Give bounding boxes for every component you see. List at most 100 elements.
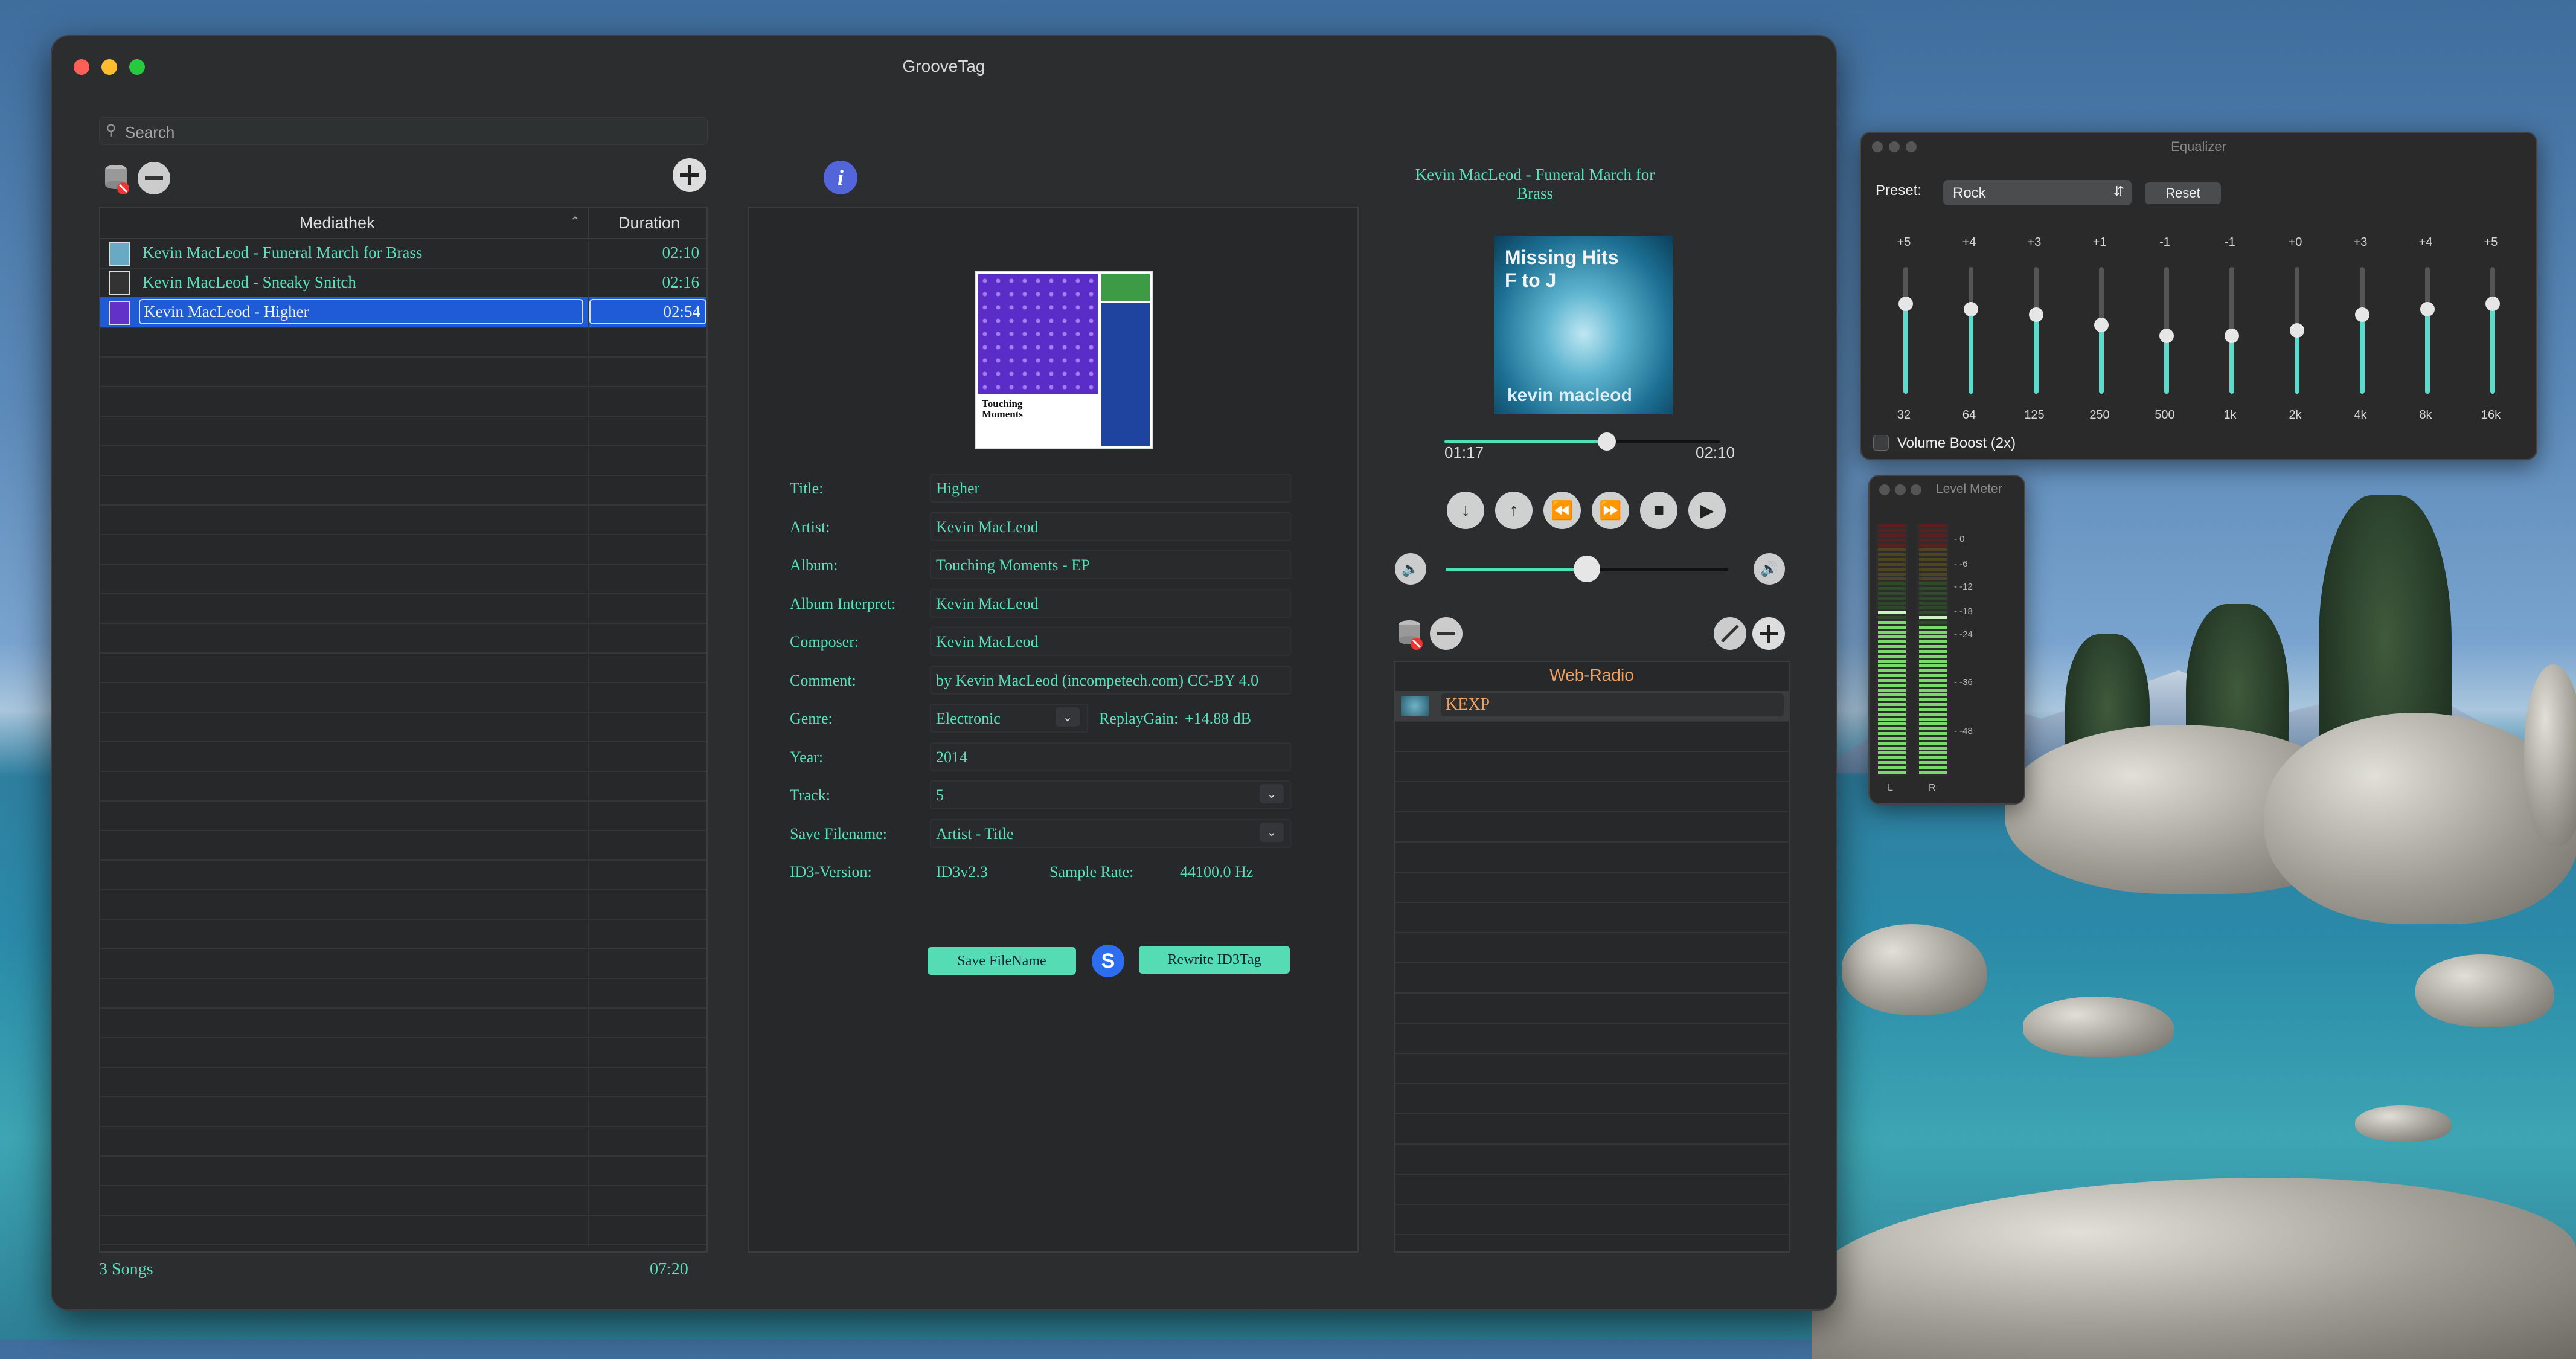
radio-row (1395, 963, 1789, 994)
eq-band-knob[interactable] (2420, 302, 2435, 316)
edit-station-button[interactable] (1714, 617, 1746, 650)
title-field[interactable] (930, 474, 1291, 503)
meter-segment (1919, 684, 1947, 687)
meter-segment (1878, 771, 1906, 774)
meter-segment (1878, 766, 1906, 769)
meter-segment (1919, 621, 1947, 624)
volume-slider[interactable] (1446, 556, 1728, 582)
meter-segment (1878, 650, 1906, 653)
volume-high-icon[interactable]: 🔊 (1754, 553, 1785, 585)
meter-segment (1919, 640, 1947, 643)
radio-row[interactable]: KEXP (1395, 691, 1789, 722)
eq-band-knob[interactable] (2094, 318, 2109, 333)
column-header-mediathek[interactable]: Mediathek (300, 214, 375, 233)
table-row (100, 1037, 706, 1068)
song-title: Kevin MacLeod - Higher (139, 299, 583, 324)
shazam-icon[interactable]: S (1092, 945, 1124, 977)
eq-band-knob[interactable] (2485, 297, 2500, 312)
eq-band-knob[interactable] (2159, 328, 2174, 343)
search-icon: ⚲ (106, 122, 117, 138)
eq-band-fill (2360, 314, 2365, 394)
fast-forward-button[interactable]: ⏩ (1592, 492, 1629, 529)
table-row (100, 859, 706, 890)
table-row (100, 889, 706, 920)
eq-band-knob[interactable] (2225, 328, 2239, 343)
library-table[interactable]: Mediathek ⌃ Duration Kevin MacLeod - Fun… (99, 207, 708, 1253)
lm-close-button[interactable] (1879, 484, 1890, 495)
lm-minimize-button[interactable] (1895, 484, 1906, 495)
database-remove-icon[interactable] (103, 162, 130, 196)
save-filename-button[interactable]: Save FileName (928, 947, 1076, 975)
progress-slider[interactable] (1444, 432, 1720, 451)
rewrite-id3tag-button[interactable]: Rewrite ID3Tag (1139, 946, 1290, 974)
upload-button[interactable]: ↑ (1495, 492, 1533, 529)
track-field[interactable] (930, 780, 1291, 809)
info-icon[interactable]: i (824, 161, 857, 194)
eq-band-knob[interactable] (1898, 297, 1913, 312)
preset-label: Preset: (1876, 182, 1922, 199)
rewind-button[interactable]: ⏪ (1543, 492, 1581, 529)
station-name: KEXP (1441, 693, 1784, 716)
artist-value: Kevin MacLeod (936, 518, 1039, 536)
meter-segment (1919, 732, 1947, 735)
meter-segment (1919, 664, 1947, 667)
table-row (100, 1215, 706, 1245)
meter-segment (1919, 597, 1947, 600)
volume-low-icon[interactable]: 🔈 (1395, 553, 1426, 585)
meter-segment (1919, 558, 1947, 561)
track-chevron-icon[interactable]: ⌄ (1260, 784, 1284, 803)
remove-song-button[interactable] (138, 162, 170, 194)
preset-select[interactable]: Rock ⇵ (1943, 180, 2132, 205)
meter-segment (1919, 553, 1947, 556)
genre-chevron-icon[interactable]: ⌄ (1056, 707, 1080, 727)
meter-segment (1919, 756, 1947, 759)
eq-band-fill (2295, 330, 2299, 394)
table-row (100, 948, 706, 979)
eq-band-fill (2164, 335, 2169, 394)
song-artwork-thumb (109, 271, 130, 295)
stop-button[interactable]: ■ (1640, 492, 1677, 529)
meter-segment (1919, 563, 1947, 566)
table-row[interactable]: Kevin MacLeod - Sneaky Snitch 02:16 (100, 268, 706, 298)
remove-station-button[interactable] (1430, 617, 1463, 650)
song-duration: 02:16 (662, 273, 699, 291)
eq-reset-button[interactable]: Reset (2145, 182, 2221, 204)
meter-segment (1919, 582, 1947, 585)
add-song-button[interactable] (673, 158, 706, 192)
album-label: Album: (790, 556, 838, 574)
table-row (100, 830, 706, 861)
column-header-duration[interactable]: Duration (618, 214, 680, 233)
table-row[interactable]: Kevin MacLeod - Higher 02:54 (100, 297, 706, 328)
replaygain-value: +14.88 dB (1185, 710, 1252, 727)
search-field[interactable]: ⚲ Search (99, 117, 708, 145)
eq-band-knob[interactable] (2355, 307, 2369, 322)
web-radio-table[interactable]: Web-Radio KEXP (1394, 661, 1790, 1253)
meter-label-right: R (1929, 783, 1936, 793)
radio-row (1395, 872, 1789, 903)
lm-zoom-button[interactable] (1911, 484, 1921, 495)
album-cover: Touching Moments (975, 271, 1153, 449)
year-field[interactable] (930, 742, 1291, 771)
eq-band-knob[interactable] (2029, 307, 2043, 322)
radio-row (1395, 1084, 1789, 1114)
download-button[interactable]: ↓ (1447, 492, 1484, 529)
eq-band-knob[interactable] (1964, 302, 1978, 316)
eq-band-knob[interactable] (2290, 323, 2304, 338)
meter-segment (1919, 761, 1947, 764)
table-row (100, 1126, 706, 1157)
composer-label: Composer: (790, 633, 859, 651)
play-button[interactable]: ▶ (1688, 492, 1726, 529)
radio-database-remove-icon[interactable] (1396, 617, 1424, 651)
table-row[interactable]: Kevin MacLeod - Funeral March for Brass 0… (100, 238, 706, 269)
meter-segment (1878, 713, 1906, 716)
meter-segment (1919, 611, 1947, 614)
artwork-title: Missing Hits (1505, 246, 1619, 268)
background-rock (2023, 997, 2174, 1057)
meter-left-channel (1876, 524, 1908, 776)
save-filename-chevron-icon[interactable]: ⌄ (1260, 822, 1284, 842)
add-station-button[interactable] (1752, 617, 1785, 650)
select-updown-icon: ⇵ (2113, 184, 2124, 199)
volume-boost-checkbox[interactable] (1873, 435, 1889, 451)
meter-segment (1919, 742, 1947, 745)
total-duration: 07:20 (650, 1260, 688, 1279)
